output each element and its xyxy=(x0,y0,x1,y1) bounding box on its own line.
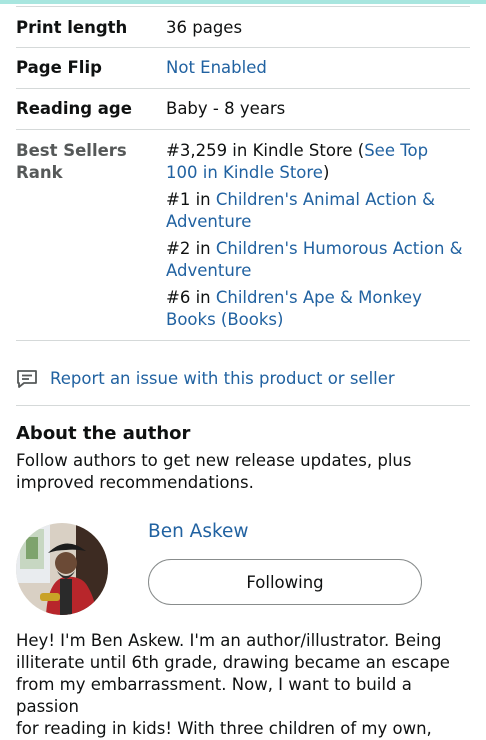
bio-line: Hey! I'm Ben Askew. I'm an author/illust… xyxy=(16,631,442,650)
category-link[interactable]: Children's Ape & Monkey xyxy=(216,288,422,307)
rank-list: #3,259 in Kindle Store (See Top 100 in K… xyxy=(166,140,470,331)
rank-text: #1 in xyxy=(166,190,216,209)
page-flip-link[interactable]: Not Enabled xyxy=(166,48,470,88)
bio-line: from my embarrassment. Now, I want to bu… xyxy=(16,675,412,716)
category-link[interactable]: Children's Animal Action & xyxy=(216,190,435,209)
rank-text: #2 in xyxy=(166,239,216,258)
report-comment-icon xyxy=(16,369,38,389)
see-top-100-link[interactable]: 100 in Kindle Store xyxy=(166,163,323,182)
detail-value: Baby - 8 years xyxy=(166,99,286,118)
detail-row-print-length: Print length 36 pages xyxy=(16,6,470,47)
bio-line: for reading in kids! With three children… xyxy=(16,719,432,738)
detail-row-reading-age: Reading age Baby - 8 years xyxy=(16,88,470,129)
category-link[interactable]: Children's Humorous Action & xyxy=(216,239,463,258)
top-accent-line xyxy=(0,0,486,4)
about-author-description: Follow authors to get new release update… xyxy=(16,450,456,494)
about-author-heading: About the author xyxy=(16,423,191,444)
product-details: Print length 36 pages Page Flip Not Enab… xyxy=(16,6,470,341)
report-issue-link[interactable]: Report an issue with this product or sel… xyxy=(16,368,395,390)
detail-row-best-sellers-rank: Best Sellers Rank #3,259 in Kindle Store… xyxy=(16,129,470,341)
detail-row-page-flip: Page Flip Not Enabled xyxy=(16,47,470,88)
following-button[interactable]: Following xyxy=(148,559,422,605)
see-top-100-link[interactable]: See Top xyxy=(364,141,428,160)
detail-label: Reading age xyxy=(16,99,132,118)
rank-text: #6 in xyxy=(166,288,216,307)
rank-text: #3,259 in Kindle Store ( xyxy=(166,141,365,160)
rank-category: #6 in Children's Ape & Monkey Books (Boo… xyxy=(166,287,470,331)
label-line: Rank xyxy=(16,163,63,182)
section-divider xyxy=(16,405,470,406)
category-link[interactable]: Adventure xyxy=(166,212,251,231)
rank-category: #1 in Children's Animal Action & Adventu… xyxy=(166,189,470,233)
rank-text: ) xyxy=(322,163,330,182)
detail-label: Print length xyxy=(16,18,128,37)
detail-label-best-sellers: Best Sellers Rank xyxy=(16,140,166,331)
rank-category: #2 in Children's Humorous Action & Adven… xyxy=(166,238,470,282)
detail-value: 36 pages xyxy=(166,18,243,37)
description-line: improved recommendations. xyxy=(16,473,254,492)
detail-label: Page Flip xyxy=(16,58,102,77)
bio-line: illiterate until 6th grade, drawing beca… xyxy=(16,653,450,672)
author-bio: Hey! I'm Ben Askew. I'm an author/illust… xyxy=(16,630,476,740)
description-line: Follow authors to get new release update… xyxy=(16,451,412,470)
rank-overall: #3,259 in Kindle Store (See Top 100 in K… xyxy=(166,140,470,184)
label-line: Best Sellers xyxy=(16,141,127,160)
report-issue-label[interactable]: Report an issue with this product or sel… xyxy=(50,368,395,390)
author-name-link[interactable]: Ben Askew xyxy=(148,520,249,544)
category-link[interactable]: Books (Books) xyxy=(166,310,283,329)
category-link[interactable]: Adventure xyxy=(166,261,251,280)
author-avatar[interactable] xyxy=(16,523,108,615)
